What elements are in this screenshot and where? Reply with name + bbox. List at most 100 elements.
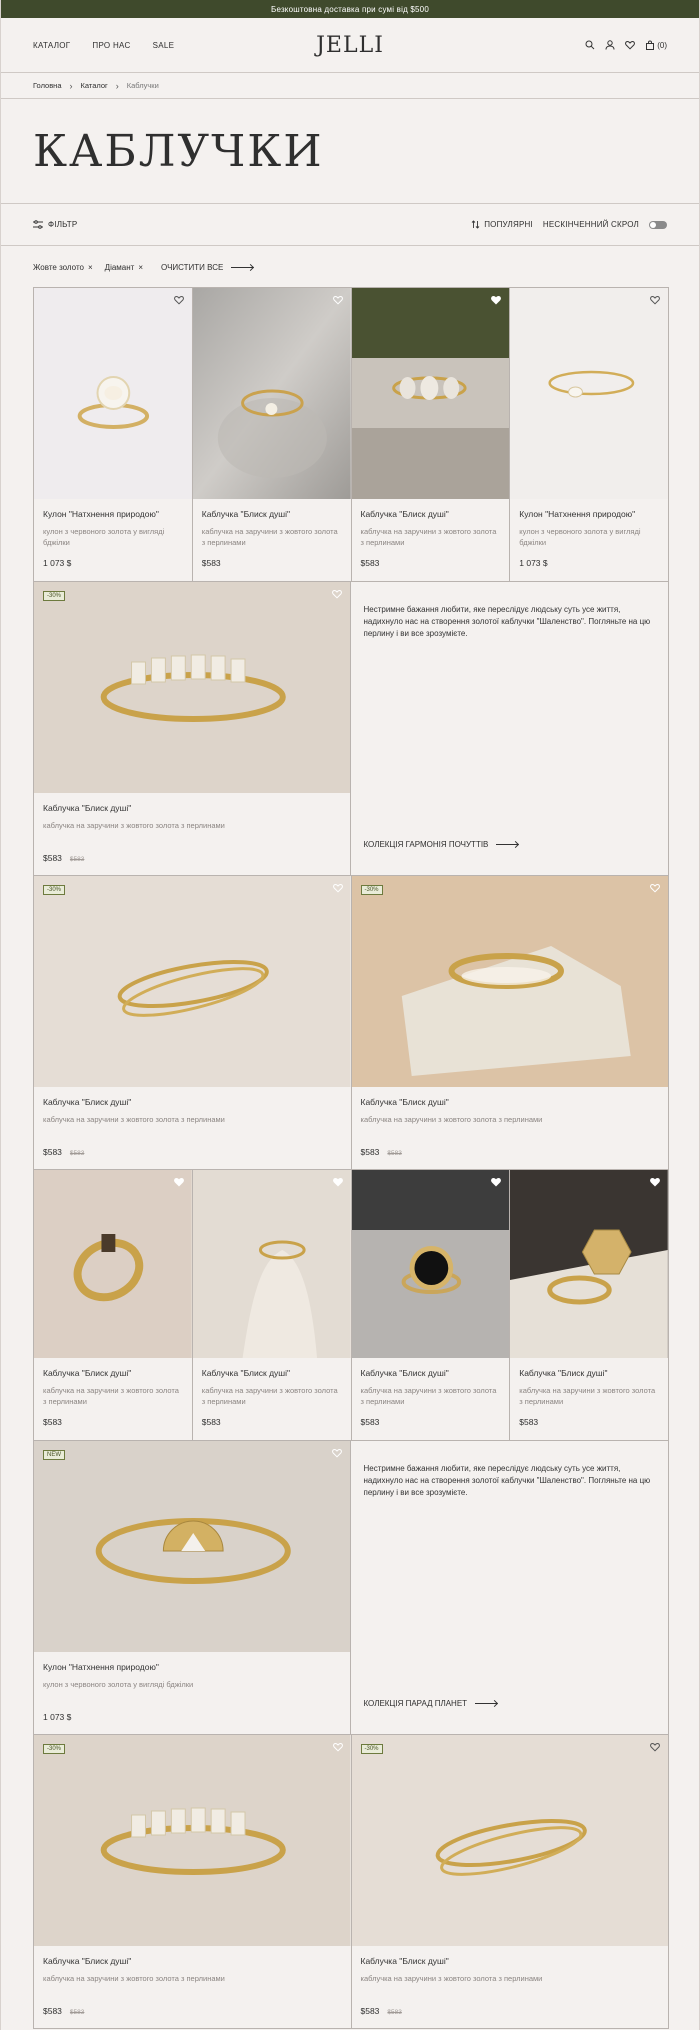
wishlist-icon[interactable] <box>173 1177 184 1187</box>
wishlist-icon[interactable] <box>650 1742 660 1752</box>
ring-image <box>351 288 510 499</box>
cart-button[interactable]: (0) <box>645 40 667 50</box>
product-info: Каблучка "Блиск душі" каблучка на заручи… <box>34 793 350 875</box>
wishlist-icon[interactable] <box>332 1742 343 1752</box>
product-name[interactable]: Каблучка "Блиск душі" <box>43 803 341 813</box>
wishlist-icon[interactable] <box>491 1177 502 1187</box>
nav-about[interactable]: ПРО НАС <box>92 41 130 50</box>
product-image[interactable]: -30% <box>34 1735 351 1946</box>
product-name[interactable]: Каблучка "Блиск душі" <box>361 509 501 519</box>
product-info: Каблучка "Блиск душі" каблучка на заручи… <box>352 1358 510 1440</box>
infinite-scroll-toggle[interactable] <box>649 220 667 229</box>
ring-image <box>34 876 351 1087</box>
product-card[interactable]: Каблучка "Блиск душі" каблучка на заручи… <box>34 1170 193 1441</box>
wishlist-icon[interactable] <box>332 883 343 893</box>
product-card[interactable]: -30% Каблучка "Блиск душі" каблучка на з… <box>34 582 352 876</box>
logo[interactable]: JELLI <box>316 33 384 58</box>
product-description: каблучка на заручини з жовтого золота з … <box>360 1115 543 1124</box>
collection-link[interactable]: КОЛЕКЦІЯ ГАРМОНІЯ ПОЧУТТІВ <box>363 840 519 849</box>
product-image[interactable]: -30% <box>351 1735 668 1946</box>
close-icon[interactable]: × <box>88 263 93 272</box>
product-image[interactable] <box>34 288 192 499</box>
ring-image <box>192 288 351 499</box>
product-description: кулон з червоного золота у вигляді бджіл… <box>43 1680 194 1689</box>
product-description: каблучка на заручини з жовтого золота з … <box>360 1386 497 1406</box>
wishlist-icon[interactable] <box>650 883 660 893</box>
filter-chip[interactable]: Жовте золото × <box>33 263 93 272</box>
collection-link[interactable]: КОЛЕКЦІЯ ПАРАД ПЛАНЕТ <box>363 1699 498 1708</box>
wishlist-icon[interactable] <box>650 1177 660 1187</box>
product-image[interactable] <box>34 1170 192 1358</box>
product-name[interactable]: Каблучка "Блиск душі" <box>519 1368 659 1378</box>
search-icon[interactable] <box>585 40 595 50</box>
product-card[interactable]: -30% Каблучка "Блиск душі" каблучка на з… <box>351 1735 669 2029</box>
product-name[interactable]: Каблучка "Блиск душі" <box>202 1368 342 1378</box>
product-image[interactable]: -30% <box>34 582 351 793</box>
promo-text: Нестримне бажання любити, яке переслідує… <box>363 605 651 638</box>
filter-button[interactable]: ФІЛЬТР <box>33 220 77 229</box>
wishlist-icon[interactable] <box>491 295 502 305</box>
price-value: $583 <box>360 558 380 568</box>
product-image[interactable] <box>192 1170 351 1358</box>
product-name[interactable]: Кулон "Натхнення природою" <box>43 1662 341 1672</box>
product-name[interactable]: Каблучка "Блиск душі" <box>361 1956 660 1966</box>
cart-count: (0) <box>657 40 667 50</box>
sort-button[interactable]: ПОПУЛЯРНІ <box>471 220 533 229</box>
ring-image <box>34 1170 192 1358</box>
breadcrumb-catalog[interactable]: Каталог <box>81 81 108 90</box>
price-value: $583 <box>43 853 62 863</box>
user-icon[interactable] <box>605 40 615 50</box>
page-title: КАБЛУЧКИ <box>33 125 324 177</box>
infinite-scroll-label: НЕСКІНЧЕННИЙ СКРОЛ <box>542 220 639 229</box>
product-name[interactable]: Каблучка "Блиск душі" <box>43 1368 183 1378</box>
product-image[interactable]: -30% <box>34 876 351 1087</box>
nav-catalog[interactable]: КАТАЛОГ <box>33 41 70 50</box>
old-price: $583 <box>69 856 85 863</box>
product-info: Каблучка "Блиск душі" каблучка на заручи… <box>34 1087 351 1169</box>
product-card[interactable]: Каблучка "Блиск душі" каблучка на заручи… <box>351 1170 511 1441</box>
filter-chip[interactable]: Діамант × <box>105 263 143 272</box>
product-image[interactable] <box>510 1170 668 1358</box>
product-card[interactable]: Каблучка "Блиск душі" каблучка на заручи… <box>192 288 352 582</box>
clear-all-button[interactable]: ОЧИСТИТИ ВСЕ <box>161 263 254 272</box>
product-image[interactable] <box>351 288 510 499</box>
product-card[interactable]: Кулон "Натхнення природою" кулон з черво… <box>34 288 193 582</box>
product-card[interactable]: Каблучка "Блиск душі" каблучка на заручи… <box>192 1170 352 1441</box>
product-card[interactable]: -30% Каблучка "Блиск душі" каблучка на з… <box>34 1735 352 2029</box>
product-name[interactable]: Каблучка "Блиск душі" <box>361 1368 501 1378</box>
product-card[interactable]: NEW Кулон "Натхнення природою" кулон з ч… <box>34 1441 352 1735</box>
wishlist-icon[interactable] <box>650 295 660 305</box>
product-card[interactable]: -30% Каблучка "Блиск душі" каблучка на з… <box>34 876 352 1170</box>
product-card[interactable]: Каблучка "Блиск душі" каблучка на заручи… <box>510 1170 669 1441</box>
wishlist-icon[interactable] <box>332 1448 343 1458</box>
product-image[interactable]: -30% <box>351 876 668 1087</box>
product-name[interactable]: Каблучка "Блиск душі" <box>43 1956 342 1966</box>
product-image[interactable] <box>510 288 668 499</box>
product-description: кулон з червоного золота у вигляді бджіл… <box>519 527 641 547</box>
product-row: -30% Каблучка "Блиск душі" каблучка на з… <box>34 582 669 876</box>
product-info: Кулон "Натхнення природою" кулон з черво… <box>34 499 192 581</box>
product-row: NEW Кулон "Натхнення природою" кулон з ч… <box>34 1441 669 1735</box>
active-filters: Жовте золото × Діамант × ОЧИСТИТИ ВСЕ <box>1 246 699 288</box>
product-name[interactable]: Кулон "Натхнення природою" <box>43 509 183 519</box>
product-image[interactable] <box>192 288 351 499</box>
product-name[interactable]: Каблучка "Блиск душі" <box>202 509 342 519</box>
promo-banner: Безкоштовна доставка при сумі від $500 <box>1 0 699 18</box>
wishlist-icon[interactable] <box>332 589 343 599</box>
product-name[interactable]: Каблучка "Блиск душі" <box>361 1097 660 1107</box>
product-image[interactable]: NEW <box>34 1441 351 1652</box>
wishlist-icon[interactable] <box>332 1177 343 1187</box>
product-card[interactable]: Кулон "Натхнення природою" кулон з черво… <box>510 288 669 582</box>
product-card[interactable]: Каблучка "Блиск душі" каблучка на заручи… <box>351 288 511 582</box>
close-icon[interactable]: × <box>138 263 143 272</box>
wishlist-icon[interactable] <box>332 295 343 305</box>
product-price: $583 <box>361 1417 501 1427</box>
product-card[interactable]: -30% Каблучка "Блиск душі" каблучка на з… <box>351 876 669 1170</box>
nav-sale[interactable]: SALE <box>153 41 175 50</box>
product-name[interactable]: Каблучка "Блиск душі" <box>43 1097 342 1107</box>
breadcrumb-home[interactable]: Головна <box>33 81 62 90</box>
product-name[interactable]: Кулон "Натхнення природою" <box>519 509 659 519</box>
product-image[interactable] <box>351 1170 510 1358</box>
heart-icon[interactable] <box>625 40 636 50</box>
wishlist-icon[interactable] <box>173 295 184 305</box>
